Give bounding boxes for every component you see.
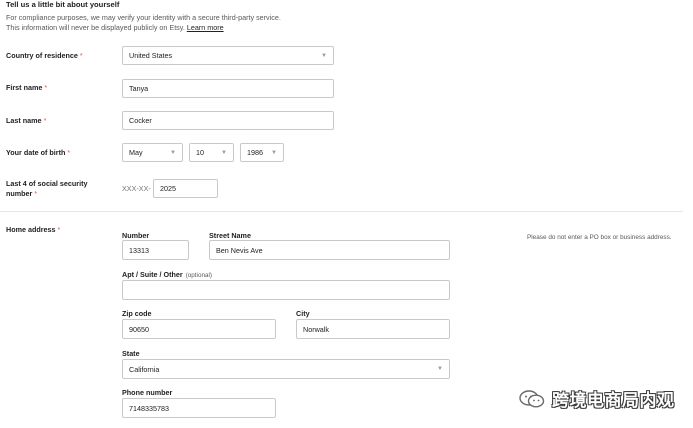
ssn-label-line1: Last 4 of social security: [6, 179, 88, 188]
dob-month-value: May: [129, 148, 143, 157]
state-select[interactable]: California ▼: [122, 359, 450, 379]
apt-input[interactable]: [122, 280, 450, 300]
state-value: California: [129, 364, 160, 374]
dob-day-select[interactable]: 10 ▼: [189, 143, 234, 162]
dob-day-value: 10: [196, 148, 204, 157]
chevron-down-icon: ▼: [321, 52, 327, 59]
watermark: 跨境电商局内观: [518, 386, 675, 411]
required-marker: *: [34, 189, 38, 198]
ssn-input[interactable]: 2025: [153, 179, 218, 198]
required-marker: *: [67, 148, 71, 157]
required-marker: *: [57, 225, 61, 234]
required-marker: *: [79, 51, 83, 60]
dob-month-select[interactable]: May ▼: [122, 143, 183, 162]
country-label: Country of residence *: [6, 51, 83, 60]
apt-label-text: Apt / Suite / Other: [122, 270, 183, 279]
home-address-label: Home address *: [6, 225, 60, 234]
last-name-input[interactable]: Cocker: [122, 111, 334, 130]
number-label: Number: [122, 231, 150, 240]
street-input[interactable]: Ben Nevis Ave: [209, 240, 450, 260]
home-address-label-text: Home address: [6, 225, 56, 234]
last-name-value: Cocker: [129, 116, 152, 125]
watermark-text: 跨境电商局内观: [552, 391, 675, 410]
first-name-label: First name *: [6, 83, 47, 92]
ssn-prefix: XXX-XX-: [122, 184, 151, 193]
city-input[interactable]: Norwalk: [296, 319, 450, 339]
first-name-label-text: First name: [6, 83, 43, 92]
city-label: City: [296, 309, 310, 318]
chevron-down-icon: ▼: [170, 149, 176, 156]
optional-tag: (optional): [185, 272, 212, 279]
wechat-icon: [519, 389, 545, 408]
ssn-value: 2025: [160, 184, 176, 193]
country-select-value: United States: [129, 51, 173, 60]
street-hint: Please do not enter a PO box or business…: [527, 234, 672, 241]
zip-value: 90650: [129, 324, 149, 334]
state-label: State: [122, 349, 140, 358]
city-value: Norwalk: [303, 324, 329, 334]
dob-label-text: Your date of birth: [6, 148, 66, 157]
required-marker: *: [43, 116, 47, 125]
section-divider: [0, 211, 683, 212]
first-name-value: Tanya: [129, 84, 149, 93]
ssn-label-2: number *: [6, 189, 37, 198]
dob-label: Your date of birth *: [6, 148, 70, 157]
dob-year-select[interactable]: 1986 ▼: [240, 143, 284, 162]
ssn-label-line2: number: [6, 189, 33, 198]
zip-label: Zip code: [122, 309, 152, 318]
dob-year-value: 1986: [247, 148, 263, 157]
learn-more-link[interactable]: Learn more: [187, 23, 224, 32]
phone-value: 7148335783: [129, 403, 169, 413]
required-marker: *: [44, 83, 48, 92]
number-value: 13313: [129, 245, 149, 255]
country-label-text: Country of residence: [6, 51, 78, 60]
chevron-down-icon: ▼: [221, 149, 227, 156]
chevron-down-icon: ▼: [437, 366, 443, 372]
compliance-notice: For compliance purposes, we may verify y…: [6, 13, 281, 22]
section-title: Tell us a little bit about yourself: [6, 0, 120, 9]
apt-label: Apt / Suite / Other (optional): [122, 270, 212, 279]
last-name-label: Last name *: [6, 116, 46, 125]
street-label: Street Name: [209, 231, 251, 240]
phone-label: Phone number: [122, 388, 173, 397]
ssn-label: Last 4 of social security: [6, 179, 88, 188]
first-name-input[interactable]: Tanya: [122, 79, 334, 98]
privacy-notice: This information will never be displayed…: [6, 23, 224, 32]
number-input[interactable]: 13313: [122, 240, 189, 260]
last-name-label-text: Last name: [6, 116, 42, 125]
privacy-notice-text: This information will never be displayed…: [6, 23, 185, 32]
street-value: Ben Nevis Ave: [216, 245, 263, 255]
zip-input[interactable]: 90650: [122, 319, 276, 339]
phone-input[interactable]: 7148335783: [122, 398, 276, 418]
country-select[interactable]: United States ▼: [122, 46, 334, 65]
chevron-down-icon: ▼: [271, 149, 277, 156]
